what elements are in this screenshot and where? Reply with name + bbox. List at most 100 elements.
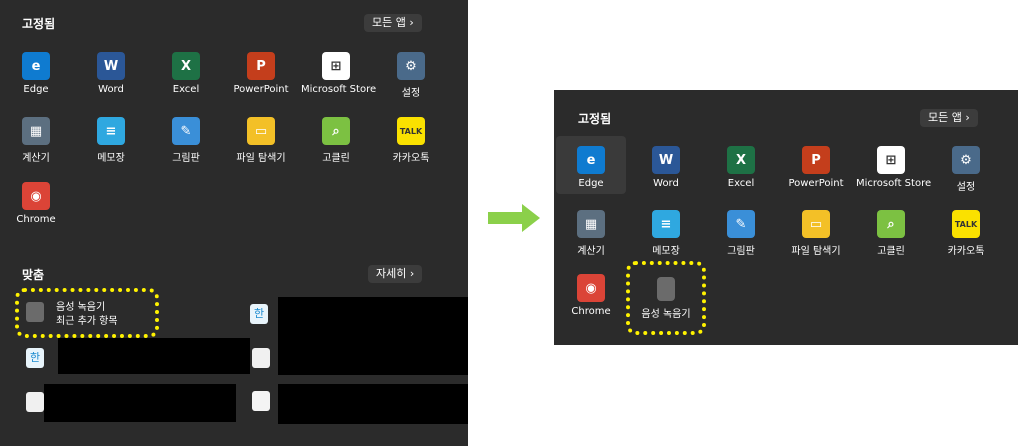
gear-icon: ⚙	[952, 146, 980, 174]
app-label: 고클린	[322, 153, 350, 164]
recommended-title: 맞춤	[22, 268, 45, 282]
recommended-item-recorder[interactable]: 음성 녹음기 최근 추가 항목	[56, 301, 118, 329]
app-label: 그림판	[172, 153, 200, 164]
app-label: 음성 녹음기	[641, 309, 691, 320]
kakaotalk-icon: TALK	[952, 210, 980, 238]
app-label: 계산기	[577, 246, 605, 257]
redacted-block	[58, 338, 250, 374]
app-notepad[interactable]: ≡ 메모장	[76, 117, 146, 164]
app-label: Chrome	[16, 214, 56, 225]
app-edge[interactable]: e Edge	[556, 136, 626, 194]
magnifier-icon: ⌕	[877, 210, 905, 238]
media-player-icon	[26, 392, 44, 412]
app-label: Microsoft Store	[301, 84, 377, 95]
pinned-title: 고정됨	[578, 112, 612, 126]
redacted-block	[44, 384, 236, 422]
recorder-label: 음성 녹음기	[56, 302, 106, 313]
arrow-icon	[488, 204, 540, 232]
media-player-icon	[252, 348, 270, 368]
app-label: Word	[653, 178, 679, 189]
app-chrome[interactable]: ◉ Chrome	[556, 274, 626, 317]
hangul-icon: 한	[250, 304, 268, 324]
powerpoint-icon: P	[247, 52, 275, 80]
app-excel[interactable]: X Excel	[706, 146, 776, 189]
chrome-icon: ◉	[577, 274, 605, 302]
store-icon: ⊞	[877, 146, 905, 174]
app-folder[interactable]: ▭ 파일 탐색기	[226, 117, 296, 164]
app-label: 그림판	[727, 246, 755, 257]
app-label: 설정	[401, 88, 421, 99]
pinned-title: 고정됨	[22, 17, 56, 31]
app-label: 파일 탐색기	[791, 246, 841, 257]
app-label: Edge	[578, 178, 604, 189]
app-excel[interactable]: X Excel	[151, 52, 221, 95]
powerpoint-icon: P	[802, 146, 830, 174]
app-label: 계산기	[22, 153, 50, 164]
app-label: 카카오톡	[392, 153, 430, 164]
app-notepad[interactable]: ≡ 메모장	[631, 210, 701, 257]
app-edge[interactable]: e Edge	[1, 52, 71, 95]
app-label: Microsoft Store	[856, 178, 932, 189]
app-magnifier[interactable]: ⌕ 고클린	[856, 210, 926, 257]
app-store[interactable]: ⊞ Microsoft Store	[856, 146, 932, 189]
app-paint[interactable]: ✎ 그림판	[151, 117, 221, 164]
kakaotalk-icon: TALK	[397, 117, 425, 145]
folder-icon: ▭	[247, 117, 275, 145]
app-calculator[interactable]: ▦ 계산기	[1, 117, 71, 164]
word-icon: W	[97, 52, 125, 80]
excel-icon: X	[727, 146, 755, 174]
edge-icon: e	[22, 52, 50, 80]
app-label: Word	[98, 84, 124, 95]
app-word[interactable]: W Word	[76, 52, 146, 95]
app-label: 메모장	[652, 246, 680, 257]
redacted-block	[278, 297, 468, 375]
app-label: 파일 탐색기	[236, 153, 286, 164]
app-label: 설정	[956, 182, 976, 193]
app-powerpoint[interactable]: P PowerPoint	[781, 146, 851, 189]
app-magnifier[interactable]: ⌕ 고클린	[301, 117, 371, 164]
app-label: 고클린	[877, 246, 905, 257]
app-label: Edge	[23, 84, 49, 95]
paint-icon: ✎	[172, 117, 200, 145]
notepad-icon: ≡	[97, 117, 125, 145]
app-label: 메모장	[97, 153, 125, 164]
calculator-icon: ▦	[577, 210, 605, 238]
app-store[interactable]: ⊞ Microsoft Store	[301, 52, 377, 95]
app-label: 카카오톡	[947, 246, 985, 257]
hangul-icon: 한	[26, 348, 44, 368]
notepad-icon: ≡	[652, 210, 680, 238]
chrome-icon: ◉	[22, 182, 50, 210]
app-label: Excel	[727, 178, 755, 189]
more-button[interactable]: 자세히 ›	[368, 265, 423, 283]
app-folder[interactable]: ▭ 파일 탐색기	[781, 210, 851, 257]
edge-icon: e	[577, 146, 605, 174]
microphone-icon	[657, 277, 675, 301]
app-label: PowerPoint	[788, 178, 844, 189]
start-menu-after: 고정됨 모든 앱 › e Edge W Word X Excel P PowerPoint ⊞ M…	[554, 90, 1018, 345]
app-kakaotalk[interactable]: TALK 카카오톡	[376, 117, 446, 164]
all-apps-button[interactable]: 모든 앱 ›	[920, 109, 978, 127]
document-icon	[252, 391, 270, 411]
recorder-sub: 최근 추가 항목	[56, 316, 118, 327]
app-label: PowerPoint	[233, 84, 289, 95]
start-menu-before: 고정됨 모든 앱 › e Edge W Word X Excel P PowerPoint ⊞ M…	[0, 0, 468, 446]
folder-icon: ▭	[802, 210, 830, 238]
app-calculator[interactable]: ▦ 계산기	[556, 210, 626, 257]
app-kakaotalk[interactable]: TALK 카카오톡	[931, 210, 1001, 257]
app-voice-recorder[interactable]: 음성 녹음기	[631, 277, 701, 320]
app-gear[interactable]: ⚙ 설정	[931, 146, 1001, 193]
app-label: Excel	[172, 84, 200, 95]
store-icon: ⊞	[322, 52, 350, 80]
app-label: Chrome	[571, 306, 611, 317]
app-chrome[interactable]: ◉ Chrome	[1, 182, 71, 225]
all-apps-button[interactable]: 모든 앱 ›	[364, 14, 422, 32]
excel-icon: X	[172, 52, 200, 80]
app-paint[interactable]: ✎ 그림판	[706, 210, 776, 257]
word-icon: W	[652, 146, 680, 174]
app-gear[interactable]: ⚙ 설정	[376, 52, 446, 99]
app-word[interactable]: W Word	[631, 146, 701, 189]
redacted-block	[278, 384, 468, 424]
microphone-icon	[26, 302, 44, 322]
app-powerpoint[interactable]: P PowerPoint	[226, 52, 296, 95]
gear-icon: ⚙	[397, 52, 425, 80]
